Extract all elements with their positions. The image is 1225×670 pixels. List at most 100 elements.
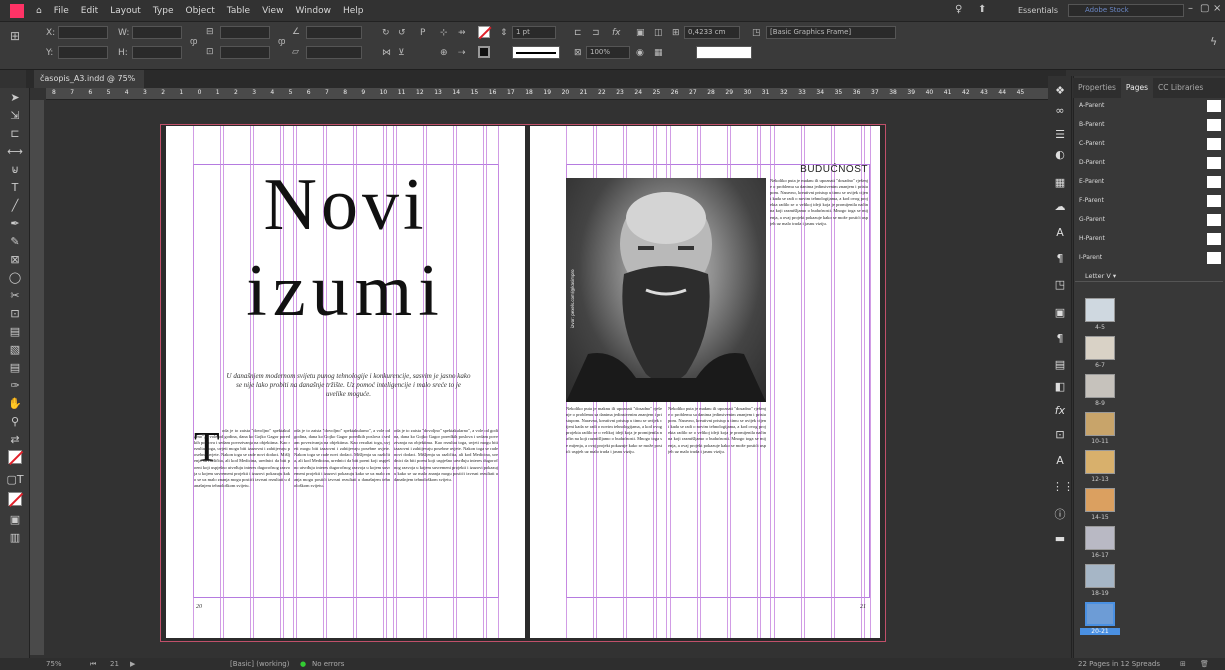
menu-file[interactable]: File bbox=[48, 0, 75, 22]
gradient-tool-icon[interactable]: ▤ bbox=[5, 324, 25, 340]
align-icon[interactable]: ▤ bbox=[1052, 358, 1068, 374]
parent-page-item[interactable]: A-Parent bbox=[1075, 98, 1223, 114]
fit-frame-icon[interactable]: ⊏ bbox=[574, 27, 582, 39]
cc-libraries-icon[interactable]: ☁ bbox=[1052, 200, 1068, 216]
pathfinder-icon[interactable]: ◧ bbox=[1052, 380, 1068, 396]
eyedropper-tool-icon[interactable]: ✑ bbox=[5, 378, 25, 394]
first-page-icon[interactable]: ⏮ bbox=[90, 658, 96, 670]
character-styles-icon[interactable]: A bbox=[1052, 226, 1068, 242]
stroke-swatch[interactable] bbox=[478, 46, 490, 58]
stroke-weight-field[interactable]: 1 pt bbox=[512, 26, 556, 39]
menu-type[interactable]: Type bbox=[147, 0, 180, 22]
right-page[interactable]: BUDUĆNOST izvor: pexels.com/@kasimpro Ne… bbox=[530, 126, 880, 638]
note-tool-icon[interactable]: ▤ bbox=[5, 360, 25, 376]
gutter-field[interactable]: 0,4233 cm bbox=[684, 26, 740, 39]
ellipse-tool-icon[interactable]: ◯ bbox=[5, 270, 25, 286]
spread-thumbnail[interactable] bbox=[1085, 298, 1115, 322]
minimize-icon[interactable]: – bbox=[1188, 3, 1193, 14]
y-field[interactable] bbox=[58, 46, 108, 59]
scale-y-field[interactable] bbox=[220, 46, 270, 59]
fill-swatch[interactable] bbox=[478, 26, 492, 39]
spread-thumbnail[interactable] bbox=[1085, 336, 1115, 360]
color-panel-icon[interactable]: ◐ bbox=[1052, 148, 1068, 164]
scale-x-icon[interactable]: ⊟ bbox=[206, 26, 214, 38]
x-field[interactable] bbox=[58, 26, 108, 39]
maximize-icon[interactable]: ▢ bbox=[1200, 3, 1209, 14]
parent-page-item[interactable]: F-Parent bbox=[1075, 193, 1223, 209]
pages-panel-icon[interactable]: ▬ bbox=[1052, 532, 1068, 548]
paragraph-icon[interactable]: ¶ bbox=[1052, 332, 1068, 348]
menu-edit[interactable]: Edit bbox=[75, 0, 104, 22]
parent-page-item[interactable]: G-Parent bbox=[1075, 212, 1223, 228]
left-page[interactable]: Novi izumi U današnjem modernom svijetu … bbox=[166, 126, 525, 638]
gap-tool-icon[interactable]: ⟷ bbox=[5, 144, 25, 160]
paragraph-styles-icon[interactable]: ¶ bbox=[1052, 252, 1068, 268]
fill-frame-icon[interactable]: ▣ bbox=[636, 27, 645, 39]
h-field[interactable] bbox=[132, 46, 182, 59]
current-page[interactable]: 21 bbox=[110, 658, 119, 670]
home-icon[interactable]: ⌂ bbox=[30, 0, 48, 22]
color-select[interactable] bbox=[696, 46, 752, 59]
prev-object-icon[interactable]: ⊕ bbox=[440, 47, 448, 59]
reference-point-icon[interactable]: ⊞ bbox=[10, 30, 20, 42]
shear-field[interactable] bbox=[306, 46, 362, 59]
object-styles-icon[interactable]: ◳ bbox=[1052, 278, 1068, 294]
swatches-icon[interactable]: ▦ bbox=[1052, 176, 1068, 192]
scale-x-field[interactable] bbox=[220, 26, 270, 39]
vertical-ruler[interactable] bbox=[30, 100, 44, 655]
links-icon[interactable]: ∞ bbox=[1052, 104, 1068, 120]
share-icon[interactable]: ⬆ bbox=[978, 4, 986, 15]
cc-icon[interactable]: ⊡ bbox=[1052, 428, 1068, 444]
spread-thumbnail[interactable] bbox=[1085, 488, 1115, 512]
parent-page-item[interactable]: B-Parent bbox=[1075, 117, 1223, 133]
rotate-ccw-icon[interactable]: ↺ bbox=[398, 27, 406, 39]
tab-pages[interactable]: Pages bbox=[1120, 78, 1153, 98]
free-transform-tool-icon[interactable]: ⊡ bbox=[5, 306, 25, 322]
info-icon[interactable]: ⓘ bbox=[1052, 506, 1068, 522]
shear-icon[interactable]: ▱ bbox=[292, 46, 299, 58]
tab-cc-libraries[interactable]: CC Libraries bbox=[1153, 78, 1208, 98]
portrait-photo[interactable]: izvor: pexels.com/@kasimpro bbox=[566, 178, 766, 402]
preflight-profile[interactable]: [Basic] (working) bbox=[230, 658, 289, 670]
apply-none-icon[interactable] bbox=[8, 492, 23, 507]
stroke-type-select[interactable] bbox=[512, 46, 560, 59]
spread-thumbnail[interactable] bbox=[1085, 450, 1115, 474]
selection-tool-icon[interactable]: ➤ bbox=[5, 90, 25, 106]
next-page-icon[interactable]: ▶ bbox=[130, 658, 135, 670]
spread-thumbnail[interactable] bbox=[1085, 526, 1115, 550]
view-mode-icon[interactable]: ▥ bbox=[5, 530, 25, 546]
type-tool-icon[interactable]: T bbox=[5, 180, 25, 196]
flip-v-icon[interactable]: ⊻ bbox=[398, 47, 405, 59]
w-field[interactable] bbox=[132, 26, 182, 39]
stroke-panel-icon[interactable]: ☰ bbox=[1052, 128, 1068, 144]
lightning-icon[interactable]: ϟ bbox=[1210, 36, 1217, 48]
spread-thumbnail[interactable] bbox=[1085, 564, 1115, 588]
line-tool-icon[interactable]: ╱ bbox=[5, 198, 25, 214]
glyphs-icon[interactable]: ⋮⋮ bbox=[1052, 480, 1074, 496]
constrain-icon[interactable]: ჶ bbox=[190, 36, 197, 48]
zoom-tool-icon[interactable]: ⚲ bbox=[5, 414, 25, 430]
spread-thumbnail[interactable] bbox=[1085, 412, 1115, 436]
parent-page-item[interactable]: C-Parent bbox=[1075, 136, 1223, 152]
menu-view[interactable]: View bbox=[256, 0, 289, 22]
new-page-icon[interactable]: ⊞ bbox=[1180, 658, 1186, 670]
parent-page-item[interactable]: E-Parent bbox=[1075, 174, 1223, 190]
workspace-switcher[interactable]: Essentials bbox=[1018, 6, 1058, 15]
menu-help[interactable]: Help bbox=[337, 0, 370, 22]
auto-fit-icon[interactable]: ◉ bbox=[636, 47, 644, 59]
direct-selection-tool-icon[interactable]: ⇲ bbox=[5, 108, 25, 124]
close-icon[interactable]: × bbox=[1213, 3, 1221, 14]
parent-page-item[interactable]: D-Parent bbox=[1075, 155, 1223, 171]
select-content-icon[interactable]: ⇸ bbox=[458, 27, 466, 39]
zoom-level[interactable]: 75% bbox=[46, 658, 62, 670]
center-content-icon[interactable]: ◫ bbox=[654, 27, 663, 39]
formatting-container-icon[interactable]: ▢T bbox=[5, 472, 25, 488]
fx-icon[interactable]: fx bbox=[612, 27, 621, 39]
tab-properties[interactable]: Properties bbox=[1073, 78, 1121, 98]
constrain-scale-icon[interactable]: ჶ bbox=[278, 36, 285, 48]
menu-layout[interactable]: Layout bbox=[104, 0, 147, 22]
stock-search-input[interactable]: Adobe Stock bbox=[1068, 4, 1184, 17]
select-container-icon[interactable]: ⊹ bbox=[440, 27, 448, 39]
rotate-icon[interactable]: ∠ bbox=[292, 26, 300, 38]
character-icon[interactable]: A bbox=[1052, 454, 1068, 470]
